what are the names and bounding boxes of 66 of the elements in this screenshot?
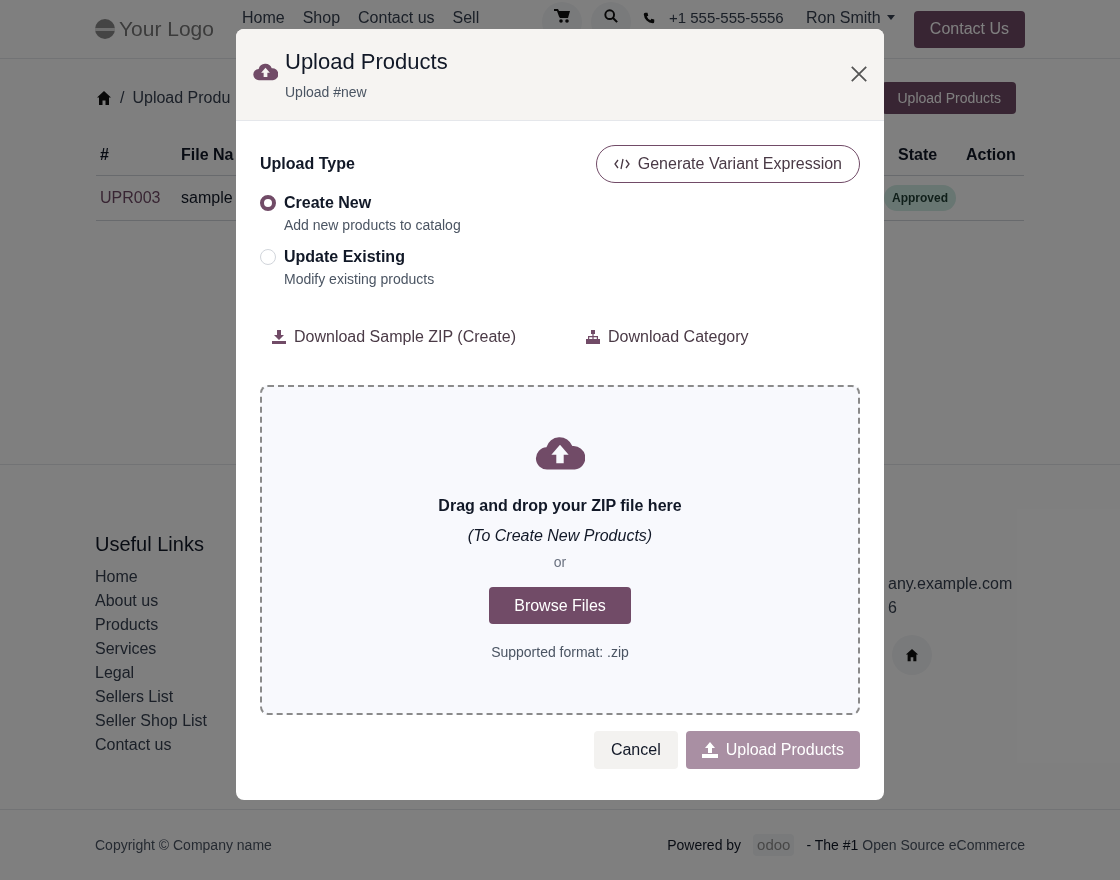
breadcrumb-link[interactable]: Upload Produ — [132, 86, 231, 110]
column-header: # — [99, 144, 110, 165]
breadcrumb-separator: / — [120, 88, 125, 108]
copyright-text: Copyright © Company name — [95, 835, 272, 855]
powered-by-text: Powered by — [667, 835, 742, 855]
logo-text: Your Logo — [119, 16, 214, 43]
close-icon — [850, 65, 868, 83]
radio-button[interactable] — [260, 195, 276, 211]
home-icon — [905, 648, 919, 662]
column-header: Action — [966, 144, 1017, 165]
option-label: Create New — [284, 193, 373, 213]
footer-link[interactable]: Contact us — [95, 733, 172, 757]
table-cell[interactable]: UPR003 — [96, 186, 181, 210]
contact-us-button[interactable]: Contact Us — [913, 10, 1025, 48]
download-link[interactable]: Download Sample ZIP (Create) — [272, 325, 586, 349]
table-cell-text: sample — [181, 188, 233, 208]
logo-icon — [95, 19, 115, 39]
download-link[interactable]: Download Category — [586, 325, 749, 349]
footer-heading: Useful Links — [95, 532, 204, 557]
contact-text: 6 — [888, 598, 897, 618]
user-menu[interactable]: Ron Smith — [806, 8, 881, 27]
caret-icon — [886, 15, 895, 20]
code-icon — [613, 158, 630, 170]
option-description: Modify existing products — [284, 270, 435, 289]
dialog-subtitle: Upload #new — [285, 83, 368, 102]
footer-link[interactable]: Seller Shop List — [95, 709, 208, 733]
home-button[interactable] — [892, 635, 932, 675]
footer-link[interactable]: Products — [95, 613, 159, 637]
footer-link[interactable]: Sellers List — [95, 685, 174, 709]
cloud-upload-icon — [535, 435, 585, 472]
format-hint: Supported format: .zip — [491, 643, 629, 662]
phone-number: +1 555-555-5556 — [669, 8, 785, 27]
footer-link[interactable]: About us — [95, 589, 159, 613]
status-badge: Approved — [884, 185, 956, 211]
upload-products-button[interactable]: Upload Products — [882, 82, 1016, 114]
sitemap-icon — [586, 330, 600, 344]
cloud-upload-icon — [253, 62, 278, 82]
browse-files-button[interactable]: Browse Files — [489, 587, 631, 624]
footer-link[interactable]: Services — [95, 637, 157, 661]
column-header: State — [897, 144, 939, 165]
cancel-button[interactable]: Cancel — [593, 731, 678, 769]
phone-icon — [643, 12, 655, 24]
dialog-title: Upload Products — [285, 48, 448, 76]
dropzone-title: Drag and drop your ZIP file here — [438, 496, 682, 516]
option-description: Add new products to catalog — [284, 216, 461, 235]
close-button[interactable] — [850, 64, 870, 84]
nav-link[interactable]: Home — [242, 8, 285, 27]
nav-link[interactable]: Sell — [452, 8, 480, 27]
drop-zone[interactable]: Drag and drop your ZIP file here (To Create New Products) or Browse Files Supported format: .zip — [260, 385, 860, 715]
footer-link[interactable]: Home — [95, 565, 138, 589]
download-icon — [272, 330, 286, 344]
home-icon — [96, 90, 112, 106]
option-label: Update Existing — [284, 247, 406, 267]
tagline-text: - The #1 — [806, 835, 859, 855]
footer-link[interactable]: Legal — [95, 661, 135, 685]
nav-link[interactable]: Contact us — [358, 8, 435, 27]
nav-link[interactable]: Shop — [302, 8, 341, 27]
or-text: or — [553, 553, 567, 572]
cart-icon — [554, 9, 570, 23]
column-header: File Na — [181, 144, 234, 165]
upload-icon — [701, 742, 718, 758]
dropzone-subtitle: (To Create New Products) — [467, 526, 653, 546]
search-icon — [604, 9, 618, 23]
section-label: Upload Type — [260, 154, 355, 174]
contact-text: any.example.com — [888, 574, 1013, 594]
tagline-link[interactable]: Open Source eCommerce — [862, 834, 1025, 856]
